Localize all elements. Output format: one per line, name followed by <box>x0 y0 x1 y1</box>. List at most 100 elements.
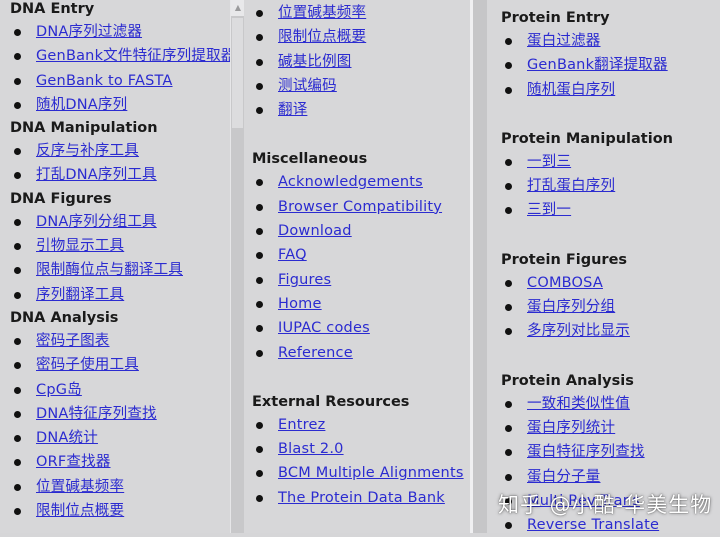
tool-link[interactable]: 多序列对比显示 <box>527 323 630 339</box>
section-protein-entry: Protein Entry 蛋白过滤器 GenBank翻译提取器 随机蛋白序列 <box>501 7 720 102</box>
bullet-icon <box>505 62 512 70</box>
tool-link[interactable]: CpG岛 <box>36 382 82 398</box>
tool-link[interactable]: 限制酶位点与翻译工具 <box>36 262 183 278</box>
tool-link[interactable]: 翻译 <box>278 102 307 118</box>
list-item: Blast 2.0 <box>252 437 472 461</box>
tool-link[interactable]: DNA序列过滤器 <box>36 24 142 40</box>
tool-link[interactable]: 蛋白特征序列查找 <box>527 444 645 460</box>
tool-link[interactable]: Reference <box>278 345 353 361</box>
tool-link[interactable]: Acknowledgements <box>278 174 423 190</box>
bullet-icon <box>505 207 512 215</box>
tool-link[interactable]: Entrez <box>278 417 325 433</box>
tool-link[interactable]: The Protein Data Bank <box>278 490 445 506</box>
scroll-up-arrow-icon[interactable]: ▲ <box>231 0 245 16</box>
tool-link[interactable]: GenBank翻译提取器 <box>527 57 668 73</box>
list-item: 打乱DNA序列工具 <box>10 163 250 187</box>
column-dna: DNA Entry DNA序列过滤器 GenBank文件特征序列提取器 GenBank… <box>0 0 235 533</box>
tool-link[interactable]: COMBOSA <box>527 275 603 291</box>
bullet-icon <box>256 58 263 66</box>
list-item: CpG岛 <box>10 378 250 402</box>
bullet-icon <box>256 228 263 236</box>
list-item: 蛋白过滤器 <box>501 29 720 53</box>
tool-link[interactable]: Reverse Translate <box>527 517 659 533</box>
list-item: 测试编码 <box>252 74 472 98</box>
link-list: Acknowledgements Browser Compatibility Dow… <box>252 170 472 364</box>
tool-link[interactable]: 序列翻译工具 <box>36 287 124 303</box>
link-list: 位置碱基频率 限制位点概要 碱基比例图测试编码翻译 <box>252 1 472 122</box>
section-heading: Protein Analysis <box>501 372 634 389</box>
column-dna-content: DNA Entry DNA序列过滤器 GenBank文件特征序列提取器 GenBank… <box>10 0 250 523</box>
tool-link[interactable]: 蛋白序列分组 <box>527 299 615 315</box>
tool-link[interactable]: 位置碱基频率 <box>36 479 124 495</box>
tool-link[interactable]: Blast 2.0 <box>278 441 344 457</box>
list-item: 位置碱基频率 <box>252 1 472 25</box>
bullet-icon <box>14 77 21 85</box>
bullet-icon <box>256 421 263 429</box>
list-item: 一致和类似性值 <box>501 392 720 416</box>
bullet-icon <box>14 148 21 156</box>
section-heading: DNA Analysis <box>10 309 119 326</box>
section-continued: 位置碱基频率 限制位点概要 碱基比例图测试编码翻译 <box>252 1 472 122</box>
section-dna-figures: DNA Figures DNA序列分组工具 引物显示工具限制酶位点与翻译工具 序列翻译… <box>10 188 250 307</box>
list-item: 密码子使用工具 <box>10 353 250 377</box>
bullet-icon <box>505 400 512 408</box>
list-item: 随机蛋白序列 <box>501 78 720 102</box>
section-dna-manipulation: DNA Manipulation 反序与补序工具 打乱DNA序列工具 <box>10 117 250 188</box>
tool-link[interactable]: 随机DNA序列 <box>36 97 127 113</box>
list-item: Reference <box>252 341 472 365</box>
tool-link[interactable]: 随机蛋白序列 <box>527 82 615 98</box>
tool-link[interactable]: Browser Compatibility <box>278 199 442 215</box>
list-item: 蛋白序列分组 <box>501 295 720 319</box>
bullet-icon <box>256 494 263 502</box>
tool-link[interactable]: 蛋白分子量 <box>527 469 601 485</box>
section-heading: DNA Figures <box>10 190 112 207</box>
tool-link[interactable]: 打乱DNA序列工具 <box>36 167 157 183</box>
tool-link[interactable]: DNA统计 <box>36 430 98 446</box>
list-item: DNA统计 <box>10 426 250 450</box>
tool-link[interactable]: ORF查找器 <box>36 454 111 470</box>
tool-link[interactable]: DNA序列分组工具 <box>36 214 157 230</box>
tool-link[interactable]: 一致和类似性值 <box>527 396 630 412</box>
list-item: DNA序列分组工具 <box>10 210 250 234</box>
tool-link[interactable]: GenBank to FASTA <box>36 73 173 89</box>
tool-link[interactable]: 密码子图表 <box>36 333 110 349</box>
section-heading: External Resources <box>252 393 410 410</box>
tool-link[interactable]: 引物显示工具 <box>36 238 124 254</box>
tool-link[interactable]: 一到三 <box>527 154 571 170</box>
vertical-scrollbar[interactable]: ▲ <box>230 0 245 533</box>
tool-link[interactable]: FAQ <box>278 247 307 263</box>
list-item: 三到一 <box>501 198 720 222</box>
tool-link[interactable]: BCM Multiple Alignments <box>278 465 464 481</box>
tool-link[interactable]: 限制位点概要 <box>278 29 366 45</box>
tool-link[interactable]: 三到一 <box>527 202 571 218</box>
tool-link[interactable]: 位置碱基频率 <box>278 5 366 21</box>
tool-link[interactable]: Home <box>278 296 322 312</box>
tool-link[interactable]: DNA特征序列查找 <box>36 406 157 422</box>
scrollbar-thumb[interactable] <box>232 18 243 128</box>
tool-link[interactable]: 打乱蛋白序列 <box>527 178 615 194</box>
tool-link[interactable]: 密码子使用工具 <box>36 357 139 373</box>
tool-link[interactable]: 限制位点概要 <box>36 503 124 519</box>
list-item: 碱基比例图 <box>252 50 472 74</box>
tool-link[interactable]: Download <box>278 223 352 239</box>
tool-link[interactable]: 蛋白过滤器 <box>527 33 601 49</box>
list-item: 蛋白特征序列查找 <box>501 440 720 464</box>
tool-link[interactable]: GenBank文件特征序列提取器 <box>36 48 235 64</box>
tool-link[interactable]: 反序与补序工具 <box>36 143 139 159</box>
bullet-icon <box>14 337 21 345</box>
bullet-icon <box>14 53 21 61</box>
tool-link[interactable]: 碱基比例图 <box>278 54 352 70</box>
tool-link[interactable]: Figures <box>278 272 331 288</box>
bullet-icon <box>14 483 21 491</box>
tool-link[interactable]: IUPAC codes <box>278 320 370 336</box>
tool-link[interactable]: 蛋白序列统计 <box>527 420 615 436</box>
link-list: 蛋白过滤器 GenBank翻译提取器 随机蛋白序列 <box>501 29 720 102</box>
section-dna-analysis: DNA Analysis 密码子图表密码子使用工具 CpG岛 DNA特征序列查找 DNA… <box>10 307 250 523</box>
list-item: FAQ <box>252 243 472 267</box>
list-item: 多序列对比显示 <box>501 319 720 343</box>
list-item: 引物显示工具 <box>10 234 250 258</box>
bullet-icon <box>256 252 263 260</box>
tool-link[interactable]: 测试编码 <box>278 78 337 94</box>
